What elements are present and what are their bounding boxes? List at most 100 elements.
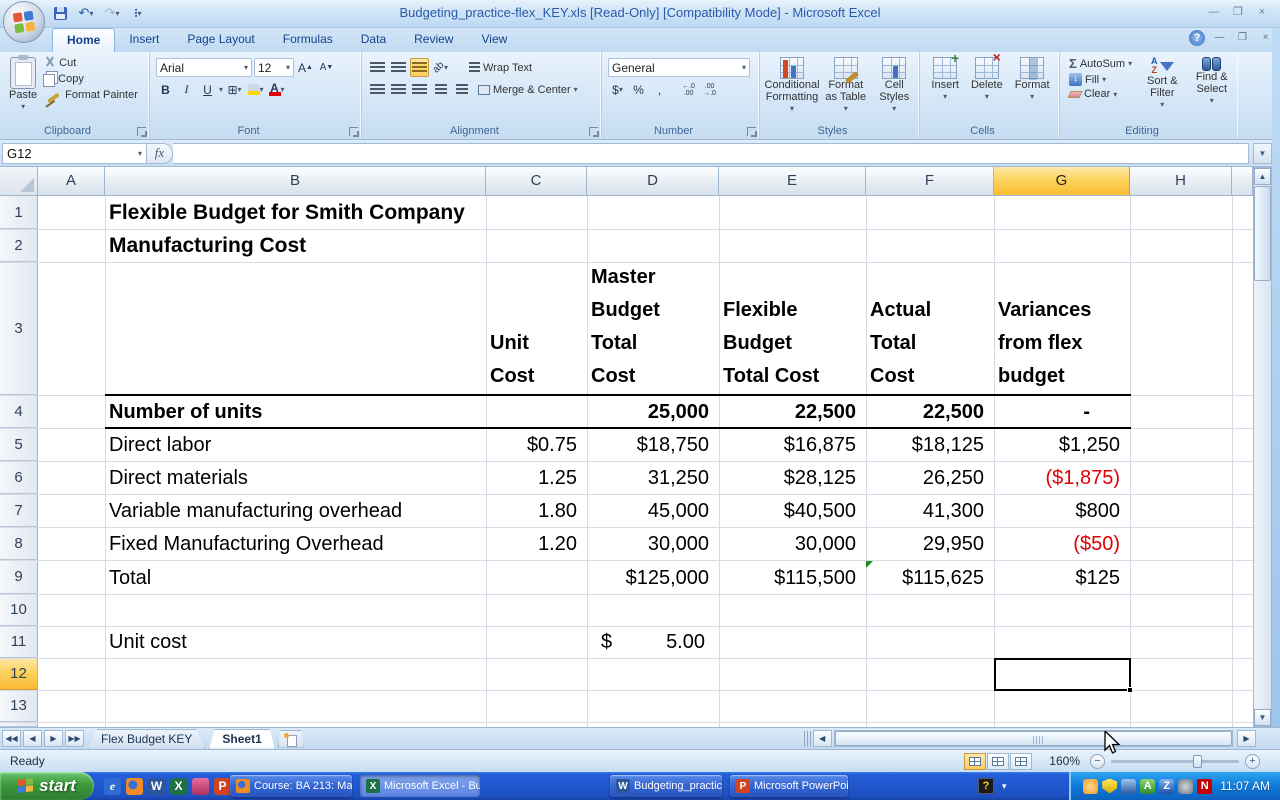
cell-f8[interactable]: 29,950 xyxy=(866,527,994,560)
cell-g4[interactable]: - xyxy=(994,395,1130,428)
cell-e5[interactable]: $16,875 xyxy=(719,428,866,461)
align-right-button[interactable] xyxy=(410,80,429,99)
underline-button[interactable]: U xyxy=(198,80,217,99)
font-family-select[interactable]: Arial▾ xyxy=(156,58,252,77)
find-select-button[interactable]: Find & Select▾ xyxy=(1190,55,1235,113)
number-format-select[interactable]: General▾ xyxy=(608,58,750,77)
row-header-4[interactable]: 4 xyxy=(0,395,38,428)
cell-b6[interactable]: Direct materials xyxy=(105,461,486,494)
workbook-minimize-button[interactable]: — xyxy=(1211,31,1228,45)
office-button[interactable] xyxy=(3,1,45,43)
vertical-scrollbar[interactable]: ▲ ▼ xyxy=(1253,167,1272,727)
zoom-out-button[interactable]: − xyxy=(1090,754,1105,769)
minimize-button[interactable]: — xyxy=(1204,5,1224,20)
cell-g9[interactable]: $125 xyxy=(994,560,1130,594)
column-header-c[interactable]: C xyxy=(486,167,587,196)
horizontal-scroll-thumb[interactable] xyxy=(835,731,1232,746)
row-header-5[interactable]: 5 xyxy=(0,428,38,461)
cell-d4[interactable]: 25,000 xyxy=(587,395,719,428)
excel-icon[interactable]: X xyxy=(170,778,187,795)
fill-button[interactable]: ↓Fill▾ xyxy=(1066,72,1135,87)
zoom-level[interactable]: 160% xyxy=(1049,754,1080,768)
taskbar-button-firefox[interactable]: Course: BA 213: Man... xyxy=(230,775,352,797)
taskbar-button-powerpoint[interactable]: P Microsoft PowerPoint ... xyxy=(730,775,848,797)
cell-b8[interactable]: Fixed Manufacturing Overhead xyxy=(105,527,486,560)
tab-review[interactable]: Review xyxy=(400,28,467,52)
row-header-6[interactable]: 6 xyxy=(0,461,38,494)
number-dialog-launcher[interactable] xyxy=(747,127,756,136)
merge-center-button[interactable]: Merge & Center▾ xyxy=(475,83,581,97)
expand-formula-bar-button[interactable]: ▼ xyxy=(1253,143,1272,164)
name-box-dropdown[interactable]: ▾ xyxy=(138,149,142,158)
tray-tools-icon[interactable] xyxy=(1121,779,1136,794)
tab-home[interactable]: Home xyxy=(52,28,115,52)
sort-filter-button[interactable]: AZ Sort & Filter▾ xyxy=(1139,55,1185,113)
tray-shield-icon[interactable] xyxy=(1102,779,1117,794)
cell-e3[interactable]: Flexible Budget Total Cost xyxy=(719,262,866,395)
cut-button[interactable]: Cut xyxy=(40,55,141,70)
row-header-8[interactable]: 8 xyxy=(0,527,38,560)
column-header-d[interactable]: D xyxy=(587,167,719,196)
insert-function-button[interactable]: fx xyxy=(147,143,173,164)
zoom-track[interactable] xyxy=(1111,760,1239,763)
orientation-button[interactable]: ab▾ xyxy=(431,58,450,77)
fill-handle[interactable] xyxy=(1127,687,1133,693)
cell-d7[interactable]: 45,000 xyxy=(587,494,719,527)
column-header-e[interactable]: E xyxy=(719,167,866,196)
cell-b11[interactable]: Unit cost xyxy=(105,626,486,658)
cell-b1[interactable]: Flexible Budget for Smith Company xyxy=(105,196,1232,229)
format-as-table-button[interactable]: Format as Table▾ xyxy=(822,55,869,117)
cell-c7[interactable]: 1.80 xyxy=(486,494,587,527)
taskbar-clock[interactable]: 11:07 AM xyxy=(1220,779,1270,793)
font-size-select[interactable]: 12▾ xyxy=(254,58,294,77)
column-header-b[interactable]: B xyxy=(105,167,486,196)
cell-f4[interactable]: 22,500 xyxy=(866,395,994,428)
cell-f7[interactable]: 41,300 xyxy=(866,494,994,527)
align-center-button[interactable] xyxy=(389,80,408,99)
cell-b4[interactable]: Number of units xyxy=(105,395,486,428)
first-sheet-button[interactable]: ◀◀ xyxy=(2,730,21,747)
cell-d6[interactable]: 31,250 xyxy=(587,461,719,494)
font-dialog-launcher[interactable] xyxy=(349,127,358,136)
taskbar-button-excel[interactable]: X Microsoft Excel - Bud... xyxy=(360,775,480,797)
help-button[interactable]: ? xyxy=(1189,30,1205,46)
cell-c5[interactable]: $0.75 xyxy=(486,428,587,461)
cell-styles-button[interactable]: Cell Styles▾ xyxy=(873,55,915,117)
help-tray-icon[interactable]: ? xyxy=(978,778,994,794)
sheet-tab-sheet1[interactable]: Sheet1 xyxy=(209,729,274,749)
column-header-f[interactable]: F xyxy=(866,167,994,196)
horizontal-scrollbar[interactable] xyxy=(834,730,1233,747)
clipboard-dialog-launcher[interactable] xyxy=(137,127,146,136)
paste-button[interactable]: Paste▾ xyxy=(6,55,40,115)
tray-smiley-icon[interactable] xyxy=(1083,779,1098,794)
row-header-7[interactable]: 7 xyxy=(0,494,38,527)
tab-insert[interactable]: Insert xyxy=(115,28,173,52)
tray-antivirus-icon[interactable]: A xyxy=(1140,779,1155,794)
cell-c8[interactable]: 1.20 xyxy=(486,527,587,560)
hscroll-left-button[interactable]: ◀ xyxy=(813,730,832,747)
bold-button[interactable]: B xyxy=(156,80,175,99)
cell-e9[interactable]: $115,500 xyxy=(719,560,866,594)
autosum-button[interactable]: ΣAutoSum▾ xyxy=(1066,55,1135,72)
align-middle-button[interactable] xyxy=(389,58,408,77)
vertical-scroll-thumb[interactable] xyxy=(1254,186,1271,281)
sheet-grid[interactable]: 1 2 3 4 5 6 7 8 9 10 11 12 13 Flexible B… xyxy=(0,196,1253,727)
formula-input[interactable] xyxy=(173,143,1249,164)
row-header-12[interactable]: 12 xyxy=(0,658,38,690)
font-color-button[interactable]: A▾ xyxy=(267,80,286,99)
align-bottom-button[interactable] xyxy=(410,58,429,77)
row-header-2[interactable]: 2 xyxy=(0,229,38,262)
row-header-13[interactable]: 13 xyxy=(0,690,38,722)
cell-e6[interactable]: $28,125 xyxy=(719,461,866,494)
cell-g3[interactable]: Variances from flex budget xyxy=(994,262,1130,395)
format-cells-button[interactable]: Format▾ xyxy=(1012,55,1053,105)
alignment-dialog-launcher[interactable] xyxy=(589,127,598,136)
cell-b2[interactable]: Manufacturing Cost xyxy=(105,229,1232,262)
decrease-decimal-button[interactable]: .00 →.0 xyxy=(700,80,719,99)
word-icon[interactable]: W xyxy=(148,778,165,795)
fill-color-button[interactable]: ▾ xyxy=(246,80,265,99)
cell-b7[interactable]: Variable manufacturing overhead xyxy=(105,494,486,527)
tab-view[interactable]: View xyxy=(467,28,521,52)
increase-indent-button[interactable] xyxy=(452,80,471,99)
zoom-thumb[interactable] xyxy=(1193,755,1202,768)
